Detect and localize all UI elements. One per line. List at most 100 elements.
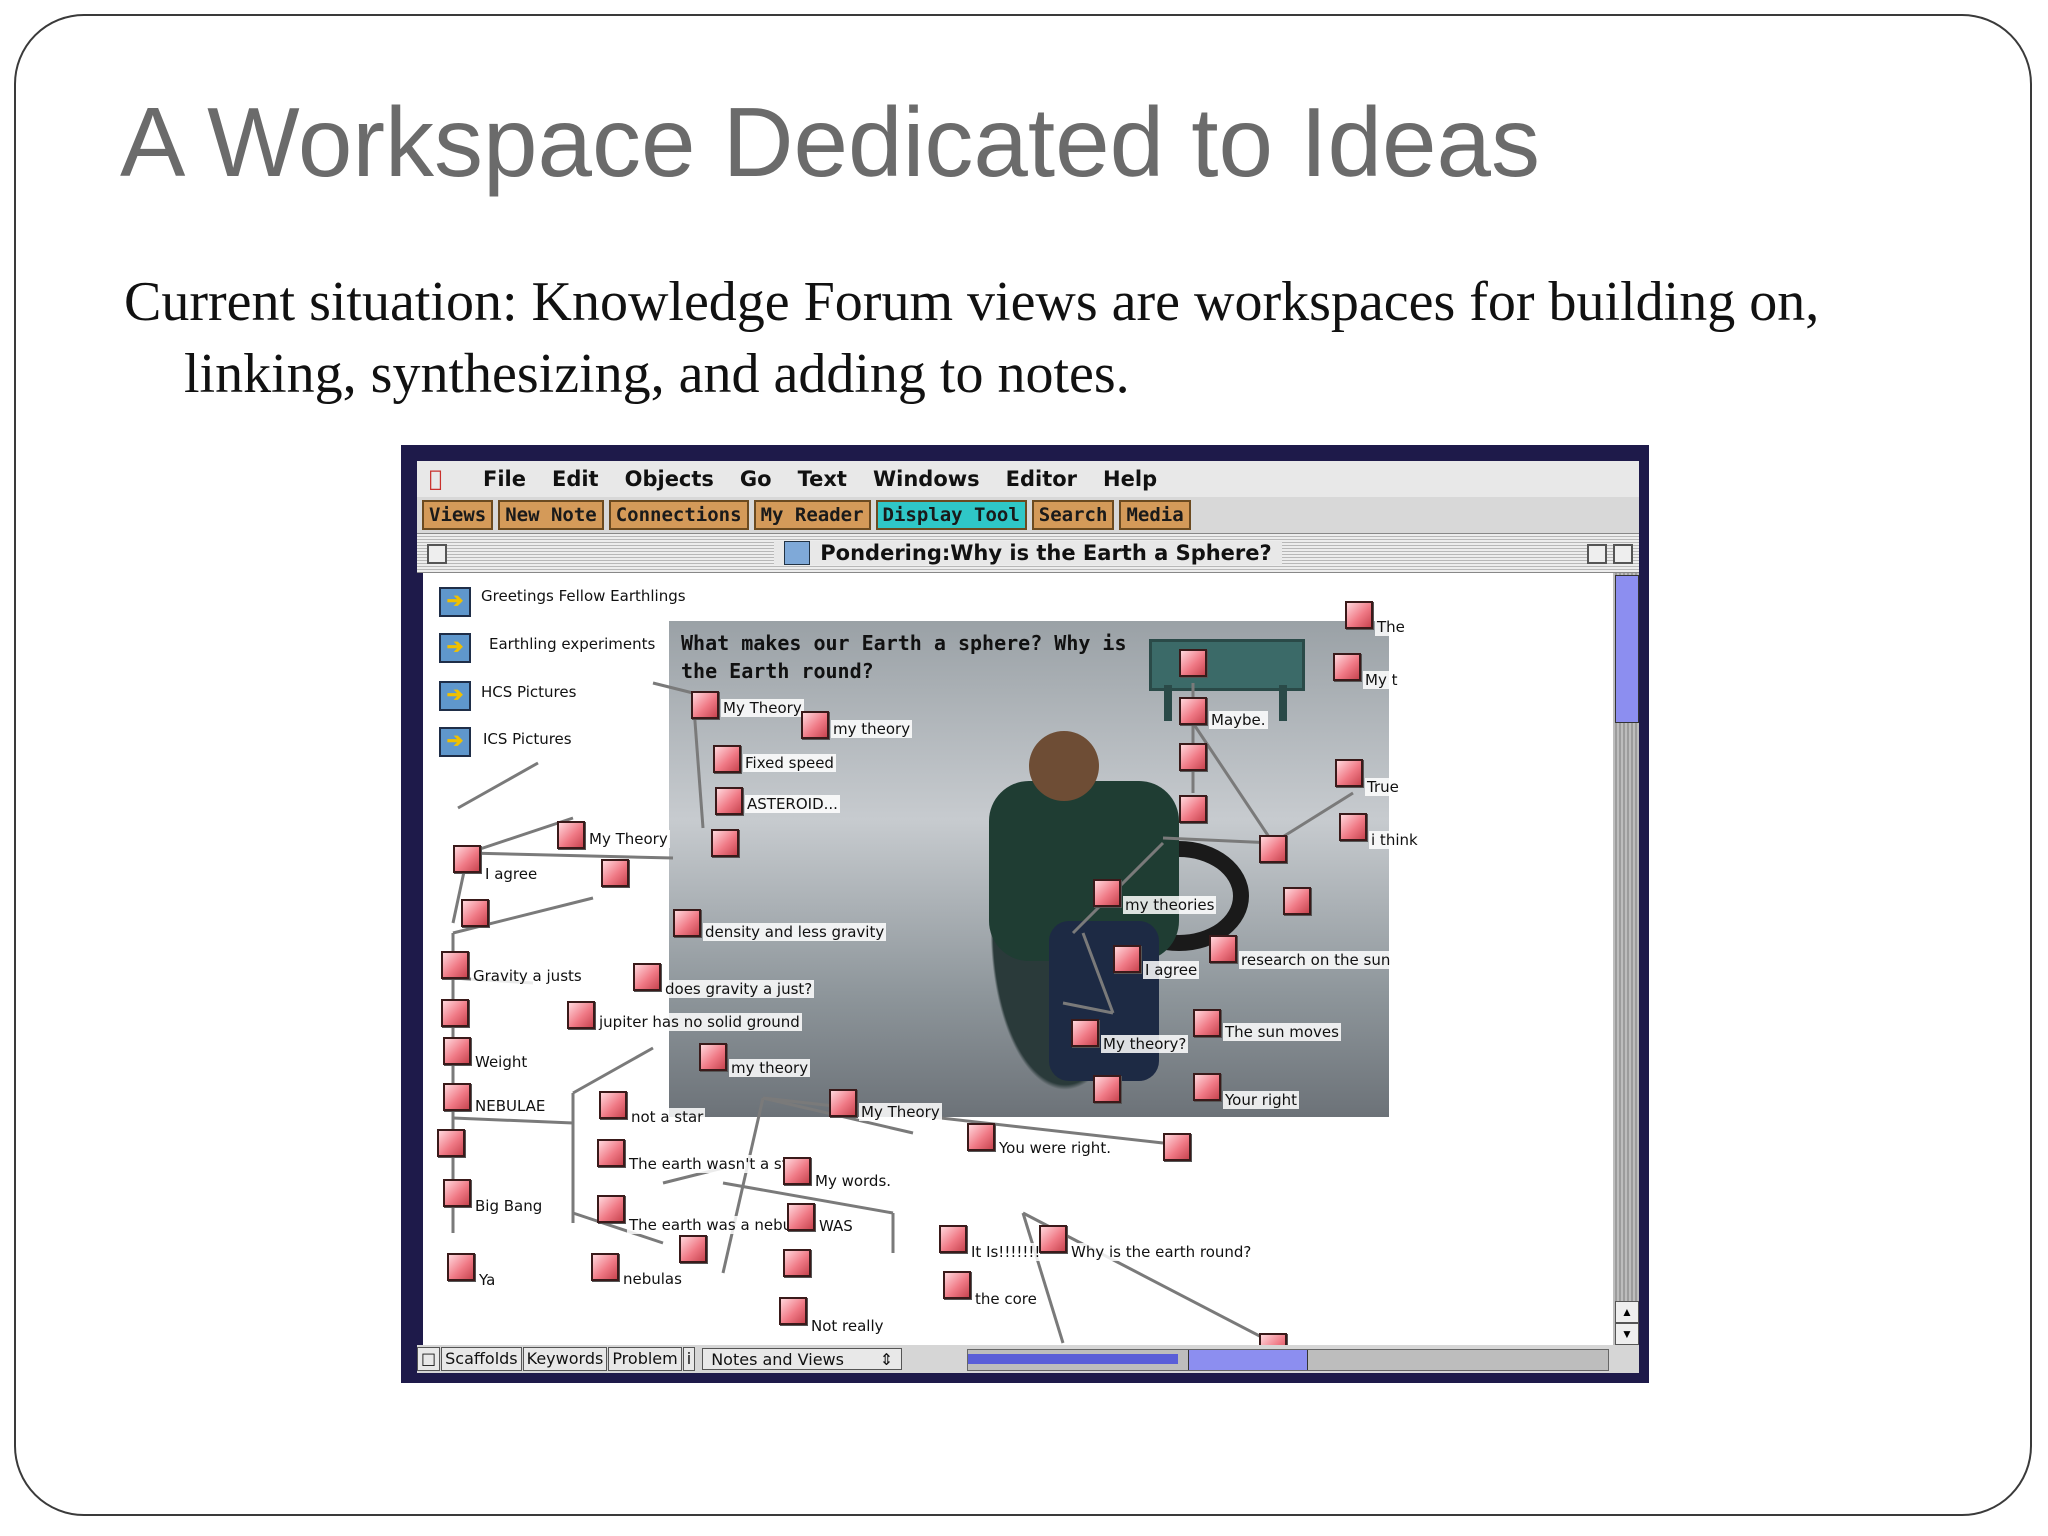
search-button[interactable]: Search bbox=[1031, 500, 1115, 530]
display-tool-button[interactable]: Display Tool bbox=[875, 500, 1027, 530]
horizontal-scrollbar[interactable] bbox=[967, 1349, 1609, 1371]
view-link-label[interactable]: Greetings Fellow Earthlings bbox=[479, 587, 688, 605]
note-icon[interactable] bbox=[1283, 887, 1311, 915]
note-icon[interactable] bbox=[783, 1157, 811, 1185]
note-icon[interactable] bbox=[1339, 813, 1367, 841]
note-label[interactable]: The sun moves bbox=[1223, 1023, 1341, 1041]
note-icon[interactable] bbox=[591, 1253, 619, 1281]
note-icon[interactable] bbox=[1039, 1225, 1067, 1253]
keywords-button[interactable]: Keywords bbox=[522, 1347, 608, 1371]
note-icon[interactable] bbox=[779, 1297, 807, 1325]
note-icon[interactable] bbox=[801, 711, 829, 739]
note-label[interactable]: ASTEROID... bbox=[745, 795, 840, 813]
note-label[interactable]: i think bbox=[1369, 831, 1420, 849]
note-icon[interactable] bbox=[1259, 1333, 1287, 1345]
note-icon[interactable] bbox=[447, 1253, 475, 1281]
note-label[interactable]: My words. bbox=[813, 1172, 894, 1190]
note-icon[interactable] bbox=[691, 691, 719, 719]
note-icon[interactable] bbox=[679, 1235, 707, 1263]
note-label[interactable]: my theory bbox=[831, 720, 913, 738]
note-label[interactable]: nebulas bbox=[621, 1270, 684, 1288]
note-label[interactable]: jupiter has no solid ground bbox=[597, 1013, 802, 1031]
view-link-label[interactable]: ICS Pictures bbox=[481, 730, 574, 748]
problem-button[interactable]: Problem bbox=[608, 1347, 682, 1371]
note-icon[interactable] bbox=[1193, 1009, 1221, 1037]
menu-windows[interactable]: Windows bbox=[873, 467, 980, 491]
note-icon[interactable] bbox=[713, 745, 741, 773]
note-icon[interactable] bbox=[1113, 945, 1141, 973]
note-label[interactable]: My theory? bbox=[1101, 1035, 1189, 1053]
note-icon[interactable] bbox=[461, 899, 489, 927]
connections-button[interactable]: Connections bbox=[608, 500, 749, 530]
apple-icon[interactable]:  bbox=[429, 467, 463, 492]
close-box-icon[interactable] bbox=[427, 544, 447, 564]
note-label[interactable]: the core bbox=[973, 1290, 1039, 1308]
note-icon[interactable] bbox=[1093, 879, 1121, 907]
note-label[interactable]: My t bbox=[1363, 671, 1400, 689]
note-icon[interactable] bbox=[1179, 795, 1207, 823]
menu-text[interactable]: Text bbox=[798, 467, 847, 491]
note-label[interactable]: not a star bbox=[629, 1108, 706, 1126]
lock-icon[interactable]: □ bbox=[417, 1347, 441, 1371]
note-icon[interactable] bbox=[787, 1203, 815, 1231]
view-link-label[interactable]: HCS Pictures bbox=[479, 683, 578, 701]
note-icon[interactable] bbox=[1345, 601, 1373, 629]
note-label[interactable]: It Is!!!!!!! bbox=[969, 1243, 1043, 1261]
note-icon[interactable] bbox=[939, 1225, 967, 1253]
note-icon[interactable] bbox=[829, 1089, 857, 1117]
my-reader-button[interactable]: My Reader bbox=[753, 500, 871, 530]
vertical-scrollbar[interactable]: ▲ ▼ bbox=[1613, 573, 1639, 1345]
horizontal-scroll-thumb[interactable] bbox=[1188, 1350, 1308, 1370]
menu-file[interactable]: File bbox=[483, 467, 526, 491]
vertical-scroll-thumb[interactable] bbox=[1615, 575, 1639, 723]
note-icon[interactable] bbox=[783, 1249, 811, 1277]
note-icon[interactable] bbox=[673, 909, 701, 937]
note-icon[interactable] bbox=[599, 1091, 627, 1119]
scroll-up-arrow-icon[interactable]: ▲ bbox=[1615, 1301, 1639, 1323]
note-icon[interactable] bbox=[441, 951, 469, 979]
collapse-box-icon[interactable] bbox=[1613, 544, 1633, 564]
note-label[interactable]: WAS bbox=[817, 1217, 855, 1235]
views-button[interactable]: Views bbox=[422, 500, 494, 530]
note-label[interactable]: The earth wasn't a star bbox=[627, 1155, 805, 1173]
note-icon[interactable] bbox=[567, 1001, 595, 1029]
note-label[interactable]: Ya bbox=[477, 1271, 498, 1289]
view-canvas[interactable]: What makes our Earth a sphere? Why is th… bbox=[423, 573, 1613, 1345]
note-icon[interactable] bbox=[1179, 649, 1207, 677]
note-label[interactable]: Gravity a justs bbox=[471, 967, 584, 985]
new-note-button[interactable]: New Note bbox=[498, 500, 604, 530]
menu-editor[interactable]: Editor bbox=[1006, 467, 1077, 491]
notes-and-views-select[interactable]: Notes and Views ⇕ bbox=[702, 1348, 903, 1370]
zoom-box-icon[interactable] bbox=[1587, 544, 1607, 564]
note-icon[interactable] bbox=[601, 859, 629, 887]
media-button[interactable]: Media bbox=[1119, 500, 1191, 530]
note-label[interactable]: research on the sun bbox=[1239, 951, 1393, 969]
note-label[interactable]: Big Bang bbox=[473, 1197, 545, 1215]
note-label[interactable]: The bbox=[1375, 618, 1407, 636]
scroll-down-arrow-icon[interactable]: ▼ bbox=[1615, 1323, 1639, 1345]
note-icon[interactable] bbox=[597, 1195, 625, 1223]
menu-edit[interactable]: Edit bbox=[552, 467, 599, 491]
note-icon[interactable] bbox=[1335, 759, 1363, 787]
note-label[interactable]: my theory bbox=[729, 1059, 811, 1077]
view-link-arrow-icon[interactable]: ➔ bbox=[439, 587, 471, 617]
note-label[interactable]: Not really bbox=[809, 1317, 886, 1335]
note-label[interactable]: density and less gravity bbox=[703, 923, 887, 941]
note-label[interactable]: does gravity a just? bbox=[663, 980, 815, 998]
note-icon[interactable] bbox=[453, 845, 481, 873]
note-icon[interactable] bbox=[1071, 1019, 1099, 1047]
note-icon[interactable] bbox=[557, 821, 585, 849]
menu-go[interactable]: Go bbox=[740, 467, 772, 491]
note-label[interactable]: My Theory bbox=[721, 699, 804, 717]
note-icon[interactable] bbox=[1209, 935, 1237, 963]
note-icon[interactable] bbox=[1333, 653, 1361, 681]
note-icon[interactable] bbox=[443, 1179, 471, 1207]
note-icon[interactable] bbox=[1179, 743, 1207, 771]
note-label[interactable]: I agree bbox=[483, 865, 540, 883]
note-label[interactable]: My Theory bbox=[859, 1103, 942, 1121]
note-icon[interactable] bbox=[633, 963, 661, 991]
note-icon[interactable] bbox=[967, 1123, 995, 1151]
note-icon[interactable] bbox=[1193, 1073, 1221, 1101]
note-icon[interactable] bbox=[597, 1139, 625, 1167]
note-icon[interactable] bbox=[1259, 835, 1287, 863]
